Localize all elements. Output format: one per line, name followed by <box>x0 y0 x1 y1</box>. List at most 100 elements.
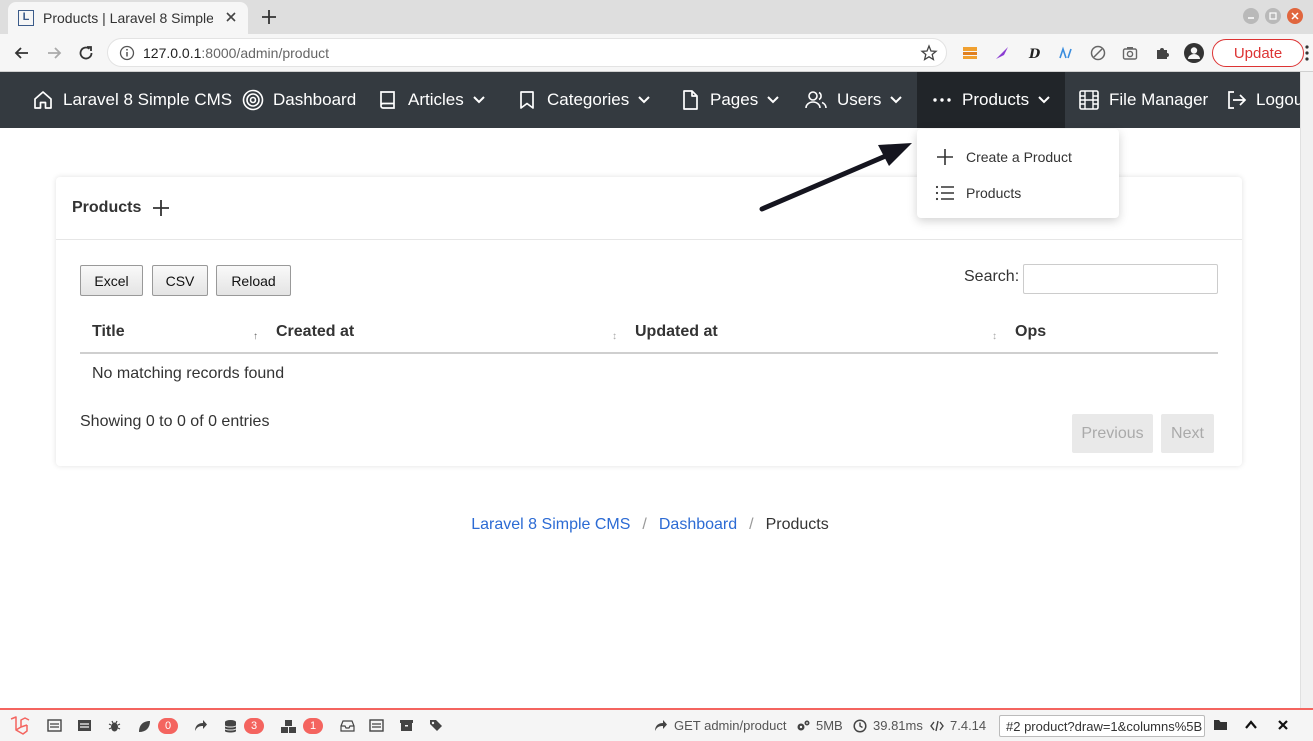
site-info-icon[interactable] <box>119 45 135 61</box>
brand-label: Laravel 8 Simple CMS <box>63 90 233 109</box>
svg-text:D: D <box>1028 47 1041 61</box>
nav-item-dashboard[interactable]: Dashboard <box>242 72 356 128</box>
breadcrumb-home[interactable]: Laravel 8 Simple CMS <box>471 516 630 534</box>
minimize-icon[interactable] <box>1243 8 1259 24</box>
route-share-icon[interactable] <box>193 718 208 733</box>
profile-avatar-icon[interactable] <box>1184 43 1204 63</box>
chevron-up-icon[interactable] <box>1244 718 1258 732</box>
users-icon <box>804 89 828 111</box>
reload-icon[interactable] <box>76 43 96 63</box>
page-scrollbar[interactable] <box>1300 72 1313 708</box>
table-header-divider <box>80 352 1218 354</box>
search-input[interactable] <box>1023 264 1218 294</box>
open-folder-icon[interactable] <box>1213 718 1229 732</box>
close-debugbar-icon[interactable] <box>1276 718 1290 732</box>
exceptions-bug-icon[interactable] <box>107 718 122 733</box>
browser-toolbar: 127.0.0.1:8000/admin/product D Update <box>0 34 1313 72</box>
nav-item-users[interactable]: Users <box>804 72 903 128</box>
clock-icon <box>853 718 867 733</box>
close-tab-icon[interactable] <box>224 10 238 24</box>
views-tab[interactable]: 0 <box>137 718 179 734</box>
nav-item-pages[interactable]: Pages <box>679 72 780 128</box>
extension-feather-icon[interactable] <box>994 45 1010 61</box>
extension-blocker-icon[interactable] <box>1090 45 1106 61</box>
address-bar[interactable]: 127.0.0.1:8000/admin/product <box>107 38 947 67</box>
breadcrumb-dashboard[interactable]: Dashboard <box>659 516 737 534</box>
column-header-ops[interactable]: Ops <box>1015 323 1046 341</box>
url-path: :8000/admin/product <box>201 45 330 61</box>
models-tab[interactable]: 1 <box>280 718 324 734</box>
excel-button[interactable]: Excel <box>80 265 143 296</box>
extension-stack-icon[interactable] <box>962 45 978 61</box>
nav-item-categories[interactable]: Categories <box>516 72 651 128</box>
add-product-icon[interactable] <box>151 198 171 218</box>
extension-d-icon[interactable]: D <box>1026 45 1042 61</box>
back-icon[interactable] <box>12 43 32 63</box>
nav-item-file-manager[interactable]: File Manager <box>1078 72 1208 128</box>
memory-info: 5MB <box>796 718 843 733</box>
breadcrumb-separator: / <box>642 516 647 533</box>
csv-button[interactable]: CSV <box>152 265 208 296</box>
cogs-icon <box>797 720 810 730</box>
empty-table-message: No matching records found <box>92 365 285 382</box>
dropdown-item-products[interactable]: Products <box>917 175 1119 211</box>
messages-tab-icon[interactable] <box>47 718 62 733</box>
chevron-down-icon <box>472 95 486 105</box>
list-icon <box>935 183 955 203</box>
leaf-icon <box>139 720 150 732</box>
url-text: 127.0.0.1:8000/admin/product <box>143 45 329 61</box>
nav-item-articles[interactable]: Articles <box>377 72 486 128</box>
gate-tab-icon[interactable] <box>369 718 384 733</box>
more-horizontal-icon <box>931 89 953 111</box>
update-button[interactable]: Update <box>1212 39 1304 67</box>
chevron-down-icon <box>637 95 651 105</box>
session-archive-icon[interactable] <box>399 718 414 733</box>
request-route-info: GET admin/product <box>654 718 786 733</box>
reload-button[interactable]: Reload <box>216 265 291 296</box>
memory-label: 5MB <box>816 718 843 733</box>
extension-grammar-icon[interactable] <box>1058 45 1074 61</box>
php-version-label: 7.4.14 <box>950 718 987 733</box>
close-window-icon[interactable] <box>1287 8 1303 24</box>
breadcrumb-separator: / <box>749 516 754 533</box>
nav-label-products: Products <box>962 90 1030 109</box>
column-header-created-at[interactable]: Created at <box>276 323 354 341</box>
tab-title: Products | Laravel 8 Simple CMS <box>43 10 213 26</box>
maximize-icon[interactable] <box>1265 8 1281 24</box>
breadcrumb: Laravel 8 Simple CMS / Dashboard / Produ… <box>0 516 1300 534</box>
forward-icon[interactable] <box>44 43 64 63</box>
extensions-puzzle-icon[interactable] <box>1154 45 1170 61</box>
browser-tab[interactable]: L Products | Laravel 8 Simple CMS <box>8 2 248 34</box>
previous-page-button[interactable]: Previous <box>1072 414 1153 453</box>
laravel-logo-icon[interactable] <box>8 715 30 737</box>
bookmark-star-icon[interactable] <box>920 44 938 62</box>
queries-tab[interactable]: 3 <box>223 718 265 734</box>
timeline-tab-icon[interactable] <box>77 718 92 733</box>
nav-item-logout[interactable]: Logout <box>1225 72 1308 128</box>
navbar-brand[interactable]: Laravel 8 Simple CMS <box>32 72 232 128</box>
debugbar: 0 3 1 GET admin/product 5MB 39.81ms 7.4.… <box>0 708 1313 741</box>
database-icon <box>224 719 237 732</box>
mail-inbox-icon[interactable] <box>340 718 355 733</box>
dropdown-item-create-product[interactable]: Create a Product <box>917 139 1119 175</box>
cubes-icon <box>281 719 296 733</box>
request-tags-icon[interactable] <box>429 718 445 733</box>
share-icon <box>655 719 667 731</box>
film-icon <box>1078 89 1100 111</box>
nav-item-products[interactable]: Products <box>917 72 1066 128</box>
next-page-button[interactable]: Next <box>1161 414 1214 453</box>
nav-label-file-manager: File Manager <box>1109 90 1209 109</box>
column-header-updated-at[interactable]: Updated at <box>635 323 718 341</box>
browser-menu-icon[interactable] <box>1305 45 1309 61</box>
new-tab-icon[interactable] <box>260 8 278 26</box>
card-title: Products <box>72 199 142 216</box>
column-header-title[interactable]: Title <box>92 323 125 341</box>
products-dropdown-menu: Create a Product Products <box>917 129 1119 218</box>
url-host: 127.0.0.1 <box>143 45 202 61</box>
browser-tabstrip: L Products | Laravel 8 Simple CMS <box>0 0 1313 34</box>
code-icon <box>930 720 944 731</box>
models-count-badge: 1 <box>303 718 324 734</box>
extension-camera-icon[interactable] <box>1122 45 1138 61</box>
request-history-select[interactable]: #2 product?draw=1&columns%5B <box>999 715 1205 737</box>
home-icon <box>32 89 54 111</box>
